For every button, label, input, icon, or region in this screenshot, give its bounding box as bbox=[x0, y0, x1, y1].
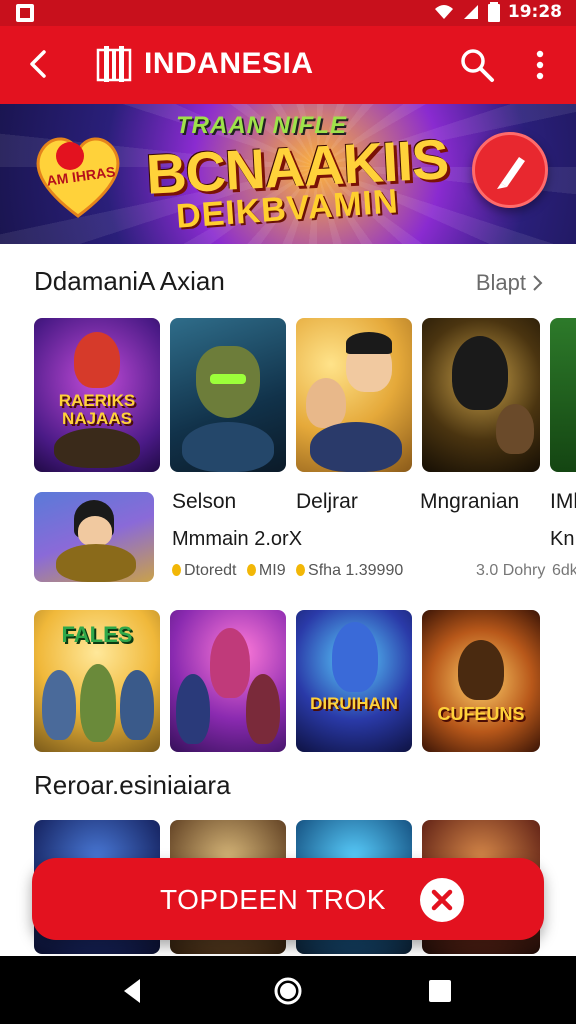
signal-icon bbox=[463, 5, 478, 19]
hero-figure bbox=[246, 674, 280, 744]
cta-button[interactable]: TOPDEEN TROK bbox=[32, 858, 544, 940]
chevron-right-icon bbox=[533, 275, 543, 291]
hero-figure bbox=[80, 664, 116, 742]
see-all-link[interactable]: Blapt bbox=[476, 270, 544, 296]
pen-icon bbox=[497, 157, 525, 189]
game-tile[interactable] bbox=[550, 318, 576, 472]
game-meta: 3.0 Dohry bbox=[476, 562, 546, 579]
hero-figure bbox=[496, 404, 534, 454]
nav-recents-icon[interactable] bbox=[423, 974, 457, 1008]
game-tile[interactable]: CUFEUNS bbox=[422, 610, 540, 752]
close-icon bbox=[431, 889, 453, 911]
meta-text: Dtoredt bbox=[184, 562, 237, 579]
app-logo bbox=[96, 46, 132, 82]
section-title-1: DdamaniA Axian bbox=[34, 266, 225, 296]
hero-figure bbox=[182, 422, 274, 472]
game-tile[interactable] bbox=[34, 492, 154, 582]
meta-text: Sfha 1.39990 bbox=[308, 562, 404, 579]
nav-back-icon[interactable] bbox=[116, 974, 150, 1008]
hero-hair bbox=[346, 332, 392, 354]
hero-figure bbox=[458, 640, 504, 700]
tile-art-text: DIRUIHAIN bbox=[310, 694, 398, 713]
back-arrow-icon[interactable] bbox=[22, 46, 58, 82]
clock: 19:28 bbox=[507, 2, 562, 22]
game-tile[interactable] bbox=[170, 610, 286, 752]
game-tile[interactable]: DIRUIHAIN bbox=[296, 610, 412, 752]
hero-figure bbox=[74, 332, 120, 388]
hero-figure bbox=[120, 670, 154, 740]
hero-figure bbox=[42, 670, 76, 740]
promo-banner[interactable]: AM IHRAS TRAAN NIFLE BCNAAKIIS DEIKBVAMI… bbox=[0, 104, 576, 244]
tile-art-text: RAERIKS NAJAAS bbox=[58, 391, 136, 428]
rating-dot-icon bbox=[246, 564, 256, 576]
system-icons: 19:28 bbox=[434, 2, 562, 22]
app-notification-icon bbox=[16, 4, 34, 22]
more-options-icon[interactable] bbox=[524, 46, 556, 84]
hero-figure bbox=[332, 622, 378, 692]
game-subtitle: Kn bbox=[550, 528, 575, 550]
status-bar: 19:28 bbox=[0, 0, 576, 26]
battery-icon bbox=[487, 2, 500, 22]
game-tile[interactable] bbox=[422, 318, 540, 472]
search-icon[interactable] bbox=[458, 46, 496, 84]
game-tile[interactable]: RAERIKS NAJAAS bbox=[34, 318, 160, 472]
rating-dot-icon bbox=[296, 564, 306, 576]
hero-figure bbox=[310, 422, 402, 472]
hero-figure bbox=[176, 674, 210, 744]
nav-home-icon[interactable] bbox=[271, 974, 305, 1008]
hero-figure bbox=[306, 378, 346, 428]
app-bar: INDANESIA bbox=[0, 26, 576, 104]
section-title-2: Reroar.esiniaiara bbox=[34, 770, 231, 800]
hero-eyes bbox=[210, 374, 246, 384]
game-tile[interactable] bbox=[296, 318, 412, 472]
game-title[interactable]: Deljrar bbox=[296, 490, 358, 514]
game-tile[interactable]: FALES bbox=[34, 610, 160, 752]
hero-figure bbox=[78, 516, 112, 546]
rating-dot-icon bbox=[172, 564, 181, 576]
hero-figure bbox=[210, 628, 250, 698]
game-subtitle: Mmmain 2.orX bbox=[172, 528, 303, 550]
tile-art-text: CUFEUNS bbox=[437, 704, 525, 724]
game-meta: Dtoredt MI9 Sfha 1.39990 bbox=[172, 562, 403, 580]
game-tile[interactable] bbox=[170, 318, 286, 472]
wifi-icon bbox=[434, 5, 453, 19]
game-title[interactable]: Mngranian bbox=[420, 490, 519, 514]
game-title[interactable]: Selson bbox=[172, 490, 236, 514]
cta-label: TOPDEEN TROK bbox=[160, 884, 386, 915]
hero-figure bbox=[452, 336, 508, 410]
meta-text: MI9 bbox=[258, 562, 286, 579]
hero-figure bbox=[54, 428, 140, 468]
game-title[interactable]: IMh bbox=[550, 490, 576, 514]
game-meta: 6dk bbox=[552, 562, 576, 579]
tile-art bbox=[550, 318, 576, 472]
app-title: INDANESIA bbox=[144, 47, 314, 80]
tile-art-text: FALES bbox=[61, 622, 133, 647]
see-all-label: Blapt bbox=[475, 270, 526, 295]
close-button[interactable] bbox=[420, 878, 464, 922]
hero-figure bbox=[56, 544, 136, 582]
banner-action-button[interactable] bbox=[472, 132, 548, 208]
system-nav-bar bbox=[0, 956, 576, 1024]
